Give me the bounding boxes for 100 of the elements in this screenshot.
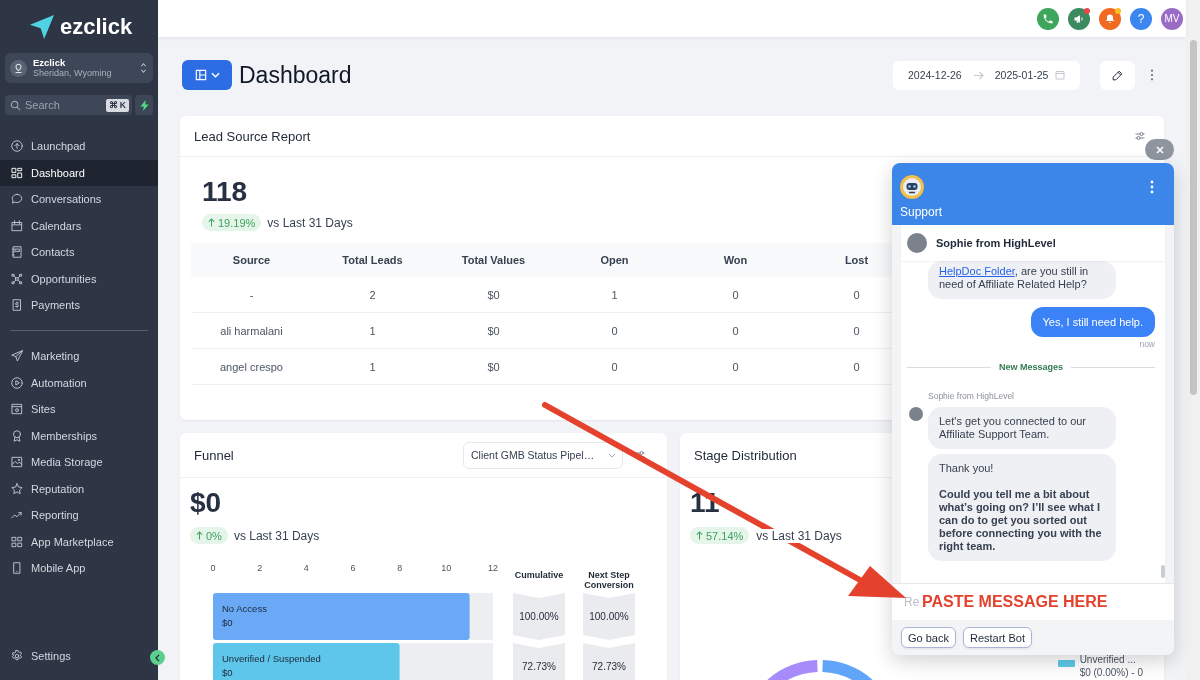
announcements-button[interactable] [1068, 7, 1090, 30]
help-button[interactable]: ? [1130, 7, 1152, 30]
sidebar-item[interactable]: Opportunities [0, 265, 158, 292]
column-header: Won [675, 243, 796, 277]
phone-icon [1042, 12, 1054, 25]
total-value: 118 [202, 177, 248, 207]
layout-icon [194, 68, 208, 82]
column-header: Open [554, 243, 675, 277]
sidebar-item[interactable]: Mobile App [0, 555, 158, 582]
message-text: Let's get you connected to our Affiliate Support Team. [939, 415, 1088, 441]
image-icon [10, 455, 24, 470]
sidebar-item[interactable]: Marketing [0, 343, 158, 370]
close-button[interactable] [1145, 139, 1174, 160]
sidebar-item[interactable]: App Marketplace [0, 528, 158, 555]
cumulative-cell: 72.73% [513, 643, 565, 680]
arrow-up-icon [696, 531, 703, 540]
help-link[interactable]: HelpDoc Folder [939, 265, 1015, 277]
chevron-left-icon [155, 653, 160, 662]
table-cell: ali harmalani [191, 312, 312, 349]
bar-value: $0 [222, 667, 233, 678]
table-cell: $0 [433, 277, 554, 313]
edit-button[interactable] [1100, 60, 1135, 90]
location-pin-icon [10, 59, 27, 77]
sidebar-item[interactable]: Dashboard [0, 159, 158, 186]
table-cell: 0 [675, 277, 796, 313]
sender-name: Sophie from HighLevel [928, 391, 1014, 402]
divider-label: New Messages [999, 362, 1064, 373]
table-cell: 0 [675, 312, 796, 349]
filter-icon[interactable] [1134, 130, 1146, 142]
sidebar-item[interactable]: Conversations [0, 186, 158, 213]
agent-avatar [907, 233, 927, 253]
nodes-icon [10, 271, 24, 286]
quick-action-button[interactable] [135, 95, 153, 115]
date-range-picker[interactable]: 2024-12-26 2025-01-25 [893, 60, 1080, 90]
sidebar-item[interactable]: Media Storage [0, 449, 158, 476]
table-cell: 2 [312, 277, 433, 313]
table-cell: $0 [433, 312, 554, 349]
sidebar-item[interactable]: Reputation [0, 475, 158, 502]
grid-icon [10, 165, 24, 180]
paper-plane-icon [30, 14, 54, 39]
phone-button[interactable] [1037, 7, 1059, 30]
table-cell: 0 [675, 348, 796, 385]
table-cell: 1 [312, 312, 433, 349]
account-switcher[interactable]: Ezclick Sheridan, Wyoming [5, 53, 153, 83]
address-book-icon [10, 245, 24, 260]
bell-icon [1104, 12, 1116, 25]
card-title: Stage Distribution [694, 447, 797, 463]
chat-action-button[interactable]: Restart Bot [962, 627, 1032, 648]
comparison-label: vs Last 31 Days [233, 528, 320, 543]
legend-label: Unverified ... [1079, 653, 1137, 666]
notifications-button[interactable] [1099, 7, 1121, 30]
table-cell: $0 [433, 348, 554, 385]
sidebar-item[interactable]: Calendars [0, 212, 158, 239]
table-cell: angel crespo [191, 348, 312, 385]
arrow-right-icon [972, 70, 984, 80]
sidebar-item[interactable]: Payments [0, 292, 158, 319]
sidebar-item[interactable]: Automation [0, 369, 158, 396]
sidebar-item[interactable]: Reporting [0, 502, 158, 529]
page-scrollbar[interactable] [1186, 0, 1200, 680]
brand-name: ezclick [60, 13, 133, 40]
star-icon [10, 481, 24, 496]
smartphone-icon [10, 561, 24, 576]
sidebar-item[interactable]: Contacts [0, 239, 158, 266]
table-cell: 1 [554, 277, 675, 313]
sidebar-item[interactable]: Launchpad [0, 133, 158, 160]
cumulative-cell: 100.00% [513, 593, 565, 640]
sidebar-item[interactable]: Memberships [0, 422, 158, 449]
axis-tick-label: 0 [210, 563, 216, 573]
scrollbar-thumb[interactable] [1161, 565, 1165, 578]
total-value: $0 [190, 488, 222, 518]
sidebar-item[interactable]: Settings [0, 643, 81, 670]
message-time: now [1139, 339, 1155, 350]
sidebar-item[interactable]: Sites [0, 396, 158, 423]
card-title: Funnel [194, 447, 234, 463]
award-icon [10, 428, 24, 443]
pipeline-dropdown[interactable]: Client GMB Status Pipel… [463, 441, 623, 469]
pencil-icon [1111, 68, 1124, 82]
more-icon[interactable] [1150, 180, 1154, 194]
more-icon[interactable] [1150, 69, 1154, 81]
table-cell: 1 [312, 348, 433, 385]
change-value: 57.14% [706, 529, 744, 542]
search-field[interactable]: Search ⌘ K [5, 95, 132, 115]
dashboard-switcher-button[interactable] [182, 60, 232, 90]
chevron-updown-icon [140, 62, 147, 74]
column-header: Total Leads [312, 243, 433, 277]
conversion-cell: 100.00% [583, 593, 635, 640]
user-avatar[interactable]: MV [1161, 7, 1183, 30]
comparison-label: vs Last 31 Days [267, 215, 353, 230]
chat-action-button[interactable]: Go back [901, 627, 956, 648]
scrollbar-thumb[interactable] [1190, 40, 1197, 395]
message-text: HelpDoc Folder, are you still in need of Affiliate Related Help? [939, 265, 1090, 291]
robot-avatar-icon [900, 175, 924, 199]
axis-tick-label: 2 [257, 563, 263, 573]
chat-title: Support [900, 205, 943, 219]
message-text: Could you tell me a bit about what’s going on? I’ll see what I can do to get you sorted out before connecting you with the right team. [939, 488, 1103, 553]
legend-value: $0 (0.00%) - 0 [1079, 666, 1143, 679]
column-header: Total Values [433, 243, 554, 277]
message-text: Thank you! [939, 462, 995, 475]
receipt-icon [10, 298, 24, 313]
card-title: Lead Source Report [194, 128, 311, 144]
